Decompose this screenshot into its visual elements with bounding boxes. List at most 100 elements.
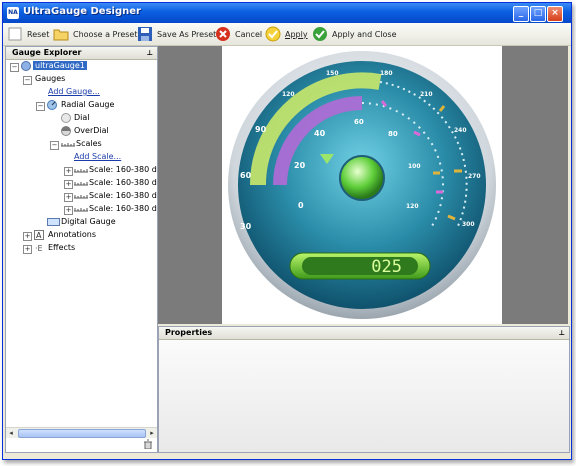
scroll-left-icon[interactable]: ◂ bbox=[6, 428, 16, 438]
tree-node-scale-3[interactable]: Scale: 160-380 de bbox=[89, 190, 157, 202]
tree-node-digital-gauge[interactable]: Digital Gauge bbox=[61, 216, 116, 228]
delete-icon[interactable] bbox=[143, 439, 153, 449]
expand-effects-icon[interactable]: + bbox=[23, 245, 32, 254]
overdial-icon bbox=[61, 126, 71, 136]
apply-icon bbox=[265, 26, 281, 42]
right-tick-label: 210 bbox=[420, 91, 433, 98]
collapse-scales-icon[interactable]: − bbox=[50, 141, 59, 150]
tree-node-dial[interactable]: Dial bbox=[74, 112, 90, 124]
radial-gauge-icon bbox=[47, 100, 57, 110]
gauge-canvas[interactable]: 30 60 90 120 150 180 210 240 270 300 0 2… bbox=[222, 46, 502, 324]
inner-tick-label: 120 bbox=[406, 203, 419, 210]
apply-button[interactable]: Apply bbox=[265, 25, 308, 43]
scale-ruler-icon bbox=[74, 169, 88, 173]
effects-icon: ·E bbox=[35, 244, 43, 253]
title-bar[interactable]: NA UltraGauge Designer _ □ × bbox=[3, 3, 571, 23]
choose-preset-button[interactable]: Choose a Preset bbox=[53, 25, 137, 43]
properties-panel: Properties ⊥ bbox=[158, 326, 570, 453]
scroll-thumb[interactable] bbox=[18, 429, 146, 438]
collapse-root-icon[interactable]: − bbox=[10, 63, 19, 72]
outer-tick-label: 120 bbox=[282, 91, 295, 98]
outer-tick-label: 60 bbox=[240, 171, 252, 180]
minimize-button[interactable]: _ bbox=[513, 6, 529, 22]
tree-node-gauges[interactable]: Gauges bbox=[35, 73, 65, 85]
svg-text:·E: ·E bbox=[35, 244, 43, 253]
expand-scale-1-icon[interactable]: + bbox=[64, 167, 73, 176]
apply-label: Apply bbox=[285, 29, 308, 39]
save-preset-button[interactable]: Save As Preset bbox=[137, 25, 216, 43]
tree-node-effects[interactable]: Effects bbox=[48, 242, 75, 254]
tree-node-radial-gauge[interactable]: Radial Gauge bbox=[61, 99, 114, 111]
scale-ruler-icon bbox=[61, 143, 75, 147]
gauge-explorer-header: Gauge Explorer ⊥ bbox=[6, 47, 157, 60]
radial-gauge-preview: 30 60 90 120 150 180 210 240 270 300 0 2… bbox=[228, 51, 496, 319]
scale-ruler-icon bbox=[74, 182, 88, 186]
tree-node-overdial[interactable]: OverDial bbox=[74, 125, 109, 137]
gauge-explorer-title: Gauge Explorer bbox=[12, 48, 82, 57]
annotation-icon: A bbox=[34, 230, 44, 240]
tree-node-scale-2[interactable]: Scale: 160-380 de bbox=[89, 177, 157, 189]
expand-annotations-icon[interactable]: + bbox=[23, 232, 32, 241]
pin-icon[interactable]: ⊥ bbox=[559, 327, 565, 339]
apply-close-label: Apply and Close bbox=[332, 29, 397, 39]
scroll-right-icon[interactable]: ▸ bbox=[147, 428, 157, 438]
scale-ruler-icon bbox=[74, 208, 88, 212]
outer-tick-label: 180 bbox=[380, 70, 393, 77]
tree-node-scale-4[interactable]: Scale: 160-380 de bbox=[89, 203, 157, 215]
scale-ruler-icon bbox=[74, 195, 88, 199]
pin-icon[interactable]: ⊥ bbox=[147, 47, 153, 59]
toolbar: Reset Choose a Preset Save As Preset Can… bbox=[3, 23, 571, 46]
properties-header: Properties ⊥ bbox=[159, 327, 569, 340]
outer-tick-label: 30 bbox=[240, 222, 252, 231]
tree-node-annotations[interactable]: Annotations bbox=[48, 229, 96, 241]
digital-readout-value: 025 bbox=[371, 257, 402, 277]
right-tick-label: 270 bbox=[468, 173, 481, 180]
reset-label: Reset bbox=[27, 29, 50, 39]
add-scale-link[interactable]: Add Scale... bbox=[74, 151, 121, 163]
reset-button[interactable]: Reset bbox=[7, 25, 49, 43]
gauge-center-knob bbox=[339, 155, 385, 201]
svg-text:A: A bbox=[36, 231, 42, 240]
check-icon bbox=[312, 26, 328, 42]
folder-open-icon bbox=[53, 26, 69, 42]
tree-node-root[interactable]: ultraGauge1 bbox=[33, 60, 87, 72]
add-gauge-link[interactable]: Add Gauge... bbox=[48, 86, 100, 98]
expand-scale-2-icon[interactable]: + bbox=[64, 180, 73, 189]
right-tick-label: 300 bbox=[462, 221, 475, 228]
inner-tick-label: 80 bbox=[388, 130, 398, 138]
apply-close-button[interactable]: Apply and Close bbox=[312, 25, 397, 43]
gauge-explorer-panel: Gauge Explorer ⊥ − ultraGauge1 − Gauges … bbox=[5, 46, 158, 453]
reset-icon bbox=[7, 26, 23, 42]
properties-title: Properties bbox=[165, 328, 213, 337]
tree-node-root-label: ultraGauge1 bbox=[33, 61, 87, 70]
save-disk-icon bbox=[137, 26, 153, 42]
gauge-root-icon bbox=[21, 61, 31, 71]
expand-scale-3-icon[interactable]: + bbox=[64, 193, 73, 202]
digital-gauge-icon bbox=[47, 218, 60, 226]
dial-icon bbox=[61, 113, 71, 123]
close-window-button[interactable]: × bbox=[547, 6, 563, 22]
cancel-button[interactable]: Cancel bbox=[215, 25, 262, 43]
app-icon: NA bbox=[7, 7, 19, 19]
inner-tick-label: 20 bbox=[294, 161, 306, 170]
window-title: UltraGauge Designer bbox=[23, 6, 141, 17]
inner-tick-label: 40 bbox=[314, 129, 326, 138]
maximize-button[interactable]: □ bbox=[530, 6, 546, 22]
right-tick-label: 240 bbox=[454, 127, 467, 134]
collapse-radial-gauge-icon[interactable]: − bbox=[36, 102, 45, 111]
collapse-gauges-icon[interactable]: − bbox=[23, 76, 32, 85]
expand-scale-4-icon[interactable]: + bbox=[64, 206, 73, 215]
horizontal-scrollbar[interactable]: ◂ ▸ bbox=[6, 427, 157, 438]
save-preset-label: Save As Preset bbox=[157, 29, 217, 39]
gauge-preview-area: 30 60 90 120 150 180 210 240 270 300 0 2… bbox=[158, 46, 568, 324]
choose-preset-label: Choose a Preset bbox=[73, 29, 138, 39]
outer-tick-label: 90 bbox=[255, 125, 267, 134]
outer-tick-label: 150 bbox=[326, 70, 339, 77]
tree-node-scales[interactable]: Scales bbox=[76, 138, 102, 150]
tree-node-scale-1[interactable]: Scale: 160-380 de bbox=[89, 164, 157, 176]
cancel-icon bbox=[215, 26, 231, 42]
inner-tick-label: 100 bbox=[408, 163, 421, 170]
designer-window: NA UltraGauge Designer _ □ × Reset Choos… bbox=[2, 2, 572, 460]
cancel-label: Cancel bbox=[235, 29, 263, 39]
gauge-tree: − ultraGauge1 − Gauges Add Gauge... − Ra… bbox=[6, 60, 157, 427]
